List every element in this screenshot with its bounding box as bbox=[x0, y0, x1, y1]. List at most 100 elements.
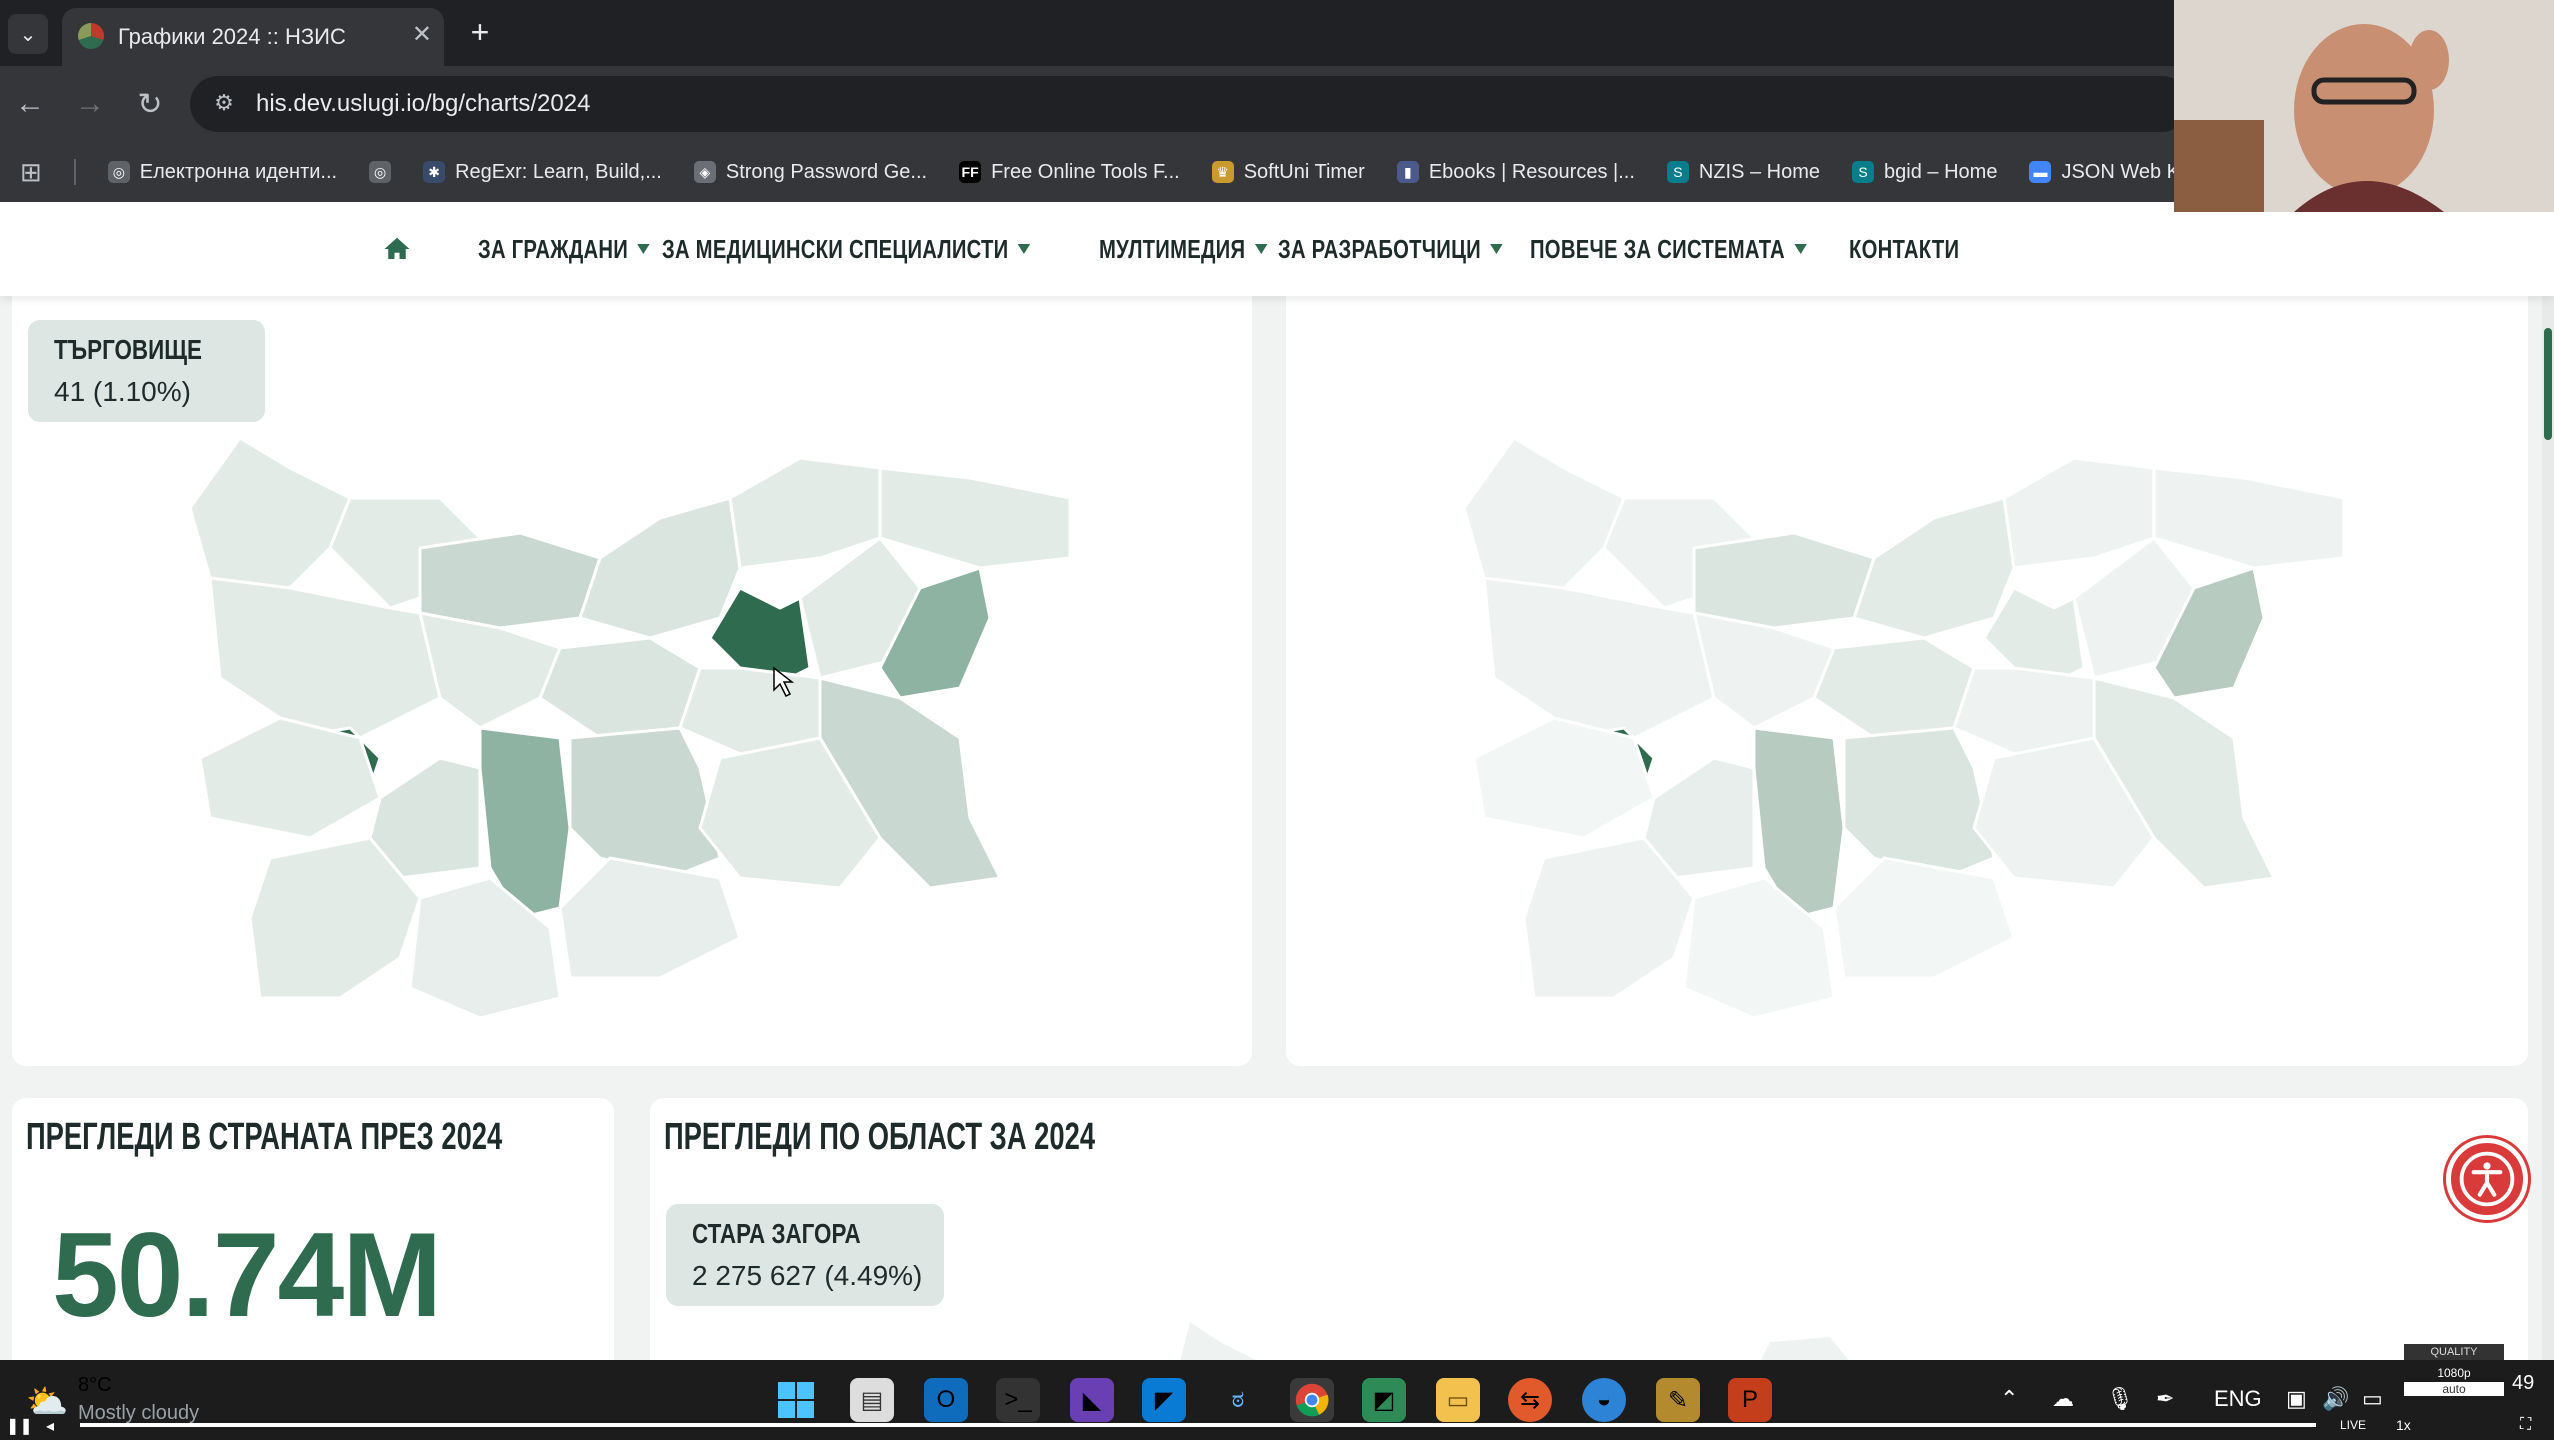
site-navbar: ЗА ГРАЖДАНИ ЗА МЕДИЦИНСКИ СПЕЦИАЛИСТИ МУ… bbox=[0, 202, 2554, 296]
bookmark-item[interactable]: ♛ SoftUni Timer bbox=[1211, 161, 1365, 184]
reload-button[interactable]: ↻ bbox=[130, 84, 170, 124]
tools-icon[interactable]: ✎ bbox=[1656, 1378, 1700, 1422]
page-viewport: ЗА ГРАЖДАНИ ЗА МЕДИЦИНСКИ СПЕЦИАЛИСТИ МУ… bbox=[0, 202, 2554, 1360]
site-info-icon[interactable]: ⚙ bbox=[210, 90, 238, 118]
nav-item-citizens[interactable]: ЗА ГРАЖДАНИ bbox=[478, 234, 650, 265]
tab-search-button[interactable]: ⌄ bbox=[8, 14, 48, 54]
map-region[interactable] bbox=[2152, 466, 2346, 570]
volume-small-icon[interactable]: ◂ bbox=[46, 1416, 54, 1436]
url-text: his.dev.uslugi.io/bg/charts/2024 bbox=[256, 90, 591, 117]
site-favicon-icon bbox=[78, 23, 104, 49]
tab-title: Графики 2024 :: НЗИС bbox=[118, 24, 346, 49]
regexr-icon: ✱ bbox=[423, 161, 446, 183]
seek-bar[interactable] bbox=[80, 1423, 2316, 1427]
map-region[interactable] bbox=[558, 856, 742, 980]
webcam-overlay bbox=[2174, 0, 2554, 212]
bookmark-item[interactable]: ✱ RegExr: Learn, Build,... bbox=[423, 161, 662, 184]
docker-icon[interactable]: ◒ bbox=[1582, 1378, 1626, 1422]
bookmark-item[interactable]: Sbgid – Home bbox=[1852, 161, 1997, 184]
region-map-partial bbox=[1180, 1322, 1849, 1360]
video-quality-panel[interactable]: QUALITY 1080p auto bbox=[2404, 1344, 2504, 1416]
address-bar[interactable]: ⚙ his.dev.uslugi.io/bg/charts/2024 bbox=[190, 76, 2190, 132]
nav-item-developers[interactable]: ЗА РАЗРАБОТЧИЦИ bbox=[1278, 234, 1503, 265]
tooltip-region: ТЪРГОВИЩЕ bbox=[54, 334, 202, 365]
task-view-icon[interactable]: ▤ bbox=[850, 1378, 894, 1422]
map-region[interactable] bbox=[578, 496, 742, 640]
country-visits-value: 50.74M bbox=[52, 1208, 442, 1342]
map-tooltip: ТЪРГОВИЩЕ 41 (1.10%) bbox=[28, 320, 265, 422]
file-explorer-icon[interactable]: ▭ bbox=[1436, 1378, 1480, 1422]
quality-label: QUALITY bbox=[2404, 1344, 2504, 1360]
nav-item-multimedia[interactable]: МУЛТИМЕДИЯ bbox=[1099, 234, 1267, 265]
microphone-icon[interactable]: 🎙 bbox=[2106, 1386, 2134, 1412]
bookmark-item[interactable]: S NZIS – Home bbox=[1666, 161, 1820, 184]
pen-icon[interactable]: ✒ bbox=[2156, 1386, 2174, 1412]
map-region[interactable] bbox=[1852, 496, 2016, 640]
map-region[interactable] bbox=[1472, 716, 1656, 840]
chevron-down-icon: ⌄ bbox=[19, 23, 37, 46]
reload-icon: ↻ bbox=[137, 87, 163, 121]
powerpoint-icon[interactable]: P bbox=[1728, 1378, 1772, 1422]
sharepoint-icon: S bbox=[1852, 161, 1875, 183]
visual-studio-icon[interactable]: ◣ bbox=[1070, 1378, 1114, 1422]
accessibility-button[interactable] bbox=[2446, 1138, 2528, 1220]
chrome-icon[interactable] bbox=[1290, 1378, 1334, 1422]
new-tab-button[interactable]: + bbox=[462, 14, 498, 50]
back-button[interactable]: ← bbox=[10, 84, 50, 124]
map-region[interactable] bbox=[568, 726, 722, 880]
forward-arrow-icon: → bbox=[75, 87, 105, 120]
terminal-icon[interactable]: >_ bbox=[996, 1378, 1040, 1422]
fullscreen-icon[interactable]: ⛶ bbox=[2520, 1416, 2531, 1434]
shield-icon: ◈ bbox=[693, 161, 716, 183]
bookmark-item[interactable]: ◎ Електронна иденти... bbox=[107, 161, 337, 184]
bookmarks-bar: ⊞ ◎ Електронна иденти... ◎ ✱ RegExr: Learn… bbox=[0, 142, 2554, 202]
map-region[interactable] bbox=[878, 466, 1072, 570]
language-indicator[interactable]: ENG bbox=[2214, 1386, 2262, 1412]
quality-value: 1080p bbox=[2437, 1366, 2471, 1380]
map-region[interactable] bbox=[728, 456, 882, 570]
vscode-icon[interactable]: ◤ bbox=[1142, 1378, 1186, 1422]
speed-label[interactable]: 1x bbox=[2396, 1417, 2411, 1433]
map-region[interactable] bbox=[418, 531, 602, 630]
jwk-icon: ▬ bbox=[2029, 161, 2052, 183]
map-region[interactable] bbox=[2002, 456, 2156, 570]
bookmark-item[interactable]: FF Free Online Tools F... bbox=[959, 161, 1180, 184]
close-tab-icon[interactable]: ✕ bbox=[412, 20, 432, 49]
image-viewer-icon[interactable]: ◩ bbox=[1362, 1378, 1406, 1422]
home-icon[interactable] bbox=[382, 234, 412, 264]
bookmark-item[interactable]: ◈ Strong Password Ge... bbox=[693, 161, 927, 184]
chevron-up-icon[interactable]: ⌃ bbox=[2000, 1386, 2018, 1412]
ff-icon: FF bbox=[959, 161, 982, 183]
display-icon[interactable]: ▣ bbox=[2286, 1386, 2307, 1412]
forward-button[interactable]: → bbox=[70, 84, 110, 124]
map-region[interactable] bbox=[1692, 531, 1876, 630]
onedrive-cloud-icon[interactable]: ☁ bbox=[2052, 1386, 2074, 1412]
browser-tab[interactable]: Графики 2024 :: НЗИС ✕ bbox=[62, 8, 444, 66]
map-region[interactable] bbox=[538, 636, 702, 740]
nav-item-medical-specialists[interactable]: ЗА МЕДИЦИНСКИ СПЕЦИАЛИСТИ bbox=[662, 234, 1031, 265]
map-region[interactable] bbox=[198, 716, 382, 840]
remote-desktop-icon[interactable]: ⇆ bbox=[1508, 1378, 1552, 1422]
map-region[interactable] bbox=[418, 611, 562, 730]
bulgaria-map-left[interactable] bbox=[180, 438, 1080, 1028]
bookmark-item[interactable]: ▮ Ebooks | Resources |... bbox=[1396, 161, 1635, 184]
outlook-icon[interactable]: O bbox=[924, 1378, 968, 1422]
bookmark-separator bbox=[73, 159, 76, 185]
bookmark-item[interactable]: ◎ bbox=[369, 161, 392, 183]
map-region[interactable] bbox=[1692, 611, 1836, 730]
apps-grid-icon[interactable]: ⊞ bbox=[20, 157, 42, 188]
copilot-icon[interactable]: ಠ bbox=[1216, 1378, 1260, 1422]
battery-icon[interactable]: ▭ bbox=[2362, 1386, 2383, 1412]
caret-down-icon bbox=[637, 244, 650, 254]
map-region[interactable] bbox=[1832, 856, 2016, 980]
start-icon[interactable] bbox=[774, 1378, 818, 1422]
pause-icon[interactable]: ❚❚ bbox=[6, 1416, 33, 1436]
nav-item-contacts[interactable]: КОНТАКТИ bbox=[1849, 234, 1959, 265]
caret-down-icon bbox=[1490, 244, 1503, 254]
volume-icon[interactable]: 🔊 bbox=[2322, 1386, 2349, 1412]
nav-item-about-system[interactable]: ПОВЕЧЕ ЗА СИСТЕМАТА bbox=[1530, 234, 1808, 265]
bulgaria-map-right[interactable] bbox=[1454, 438, 2354, 1028]
map-region[interactable] bbox=[1812, 636, 1976, 740]
map-region[interactable] bbox=[1842, 726, 1996, 880]
page-scrollbar-thumb[interactable] bbox=[2544, 328, 2552, 440]
